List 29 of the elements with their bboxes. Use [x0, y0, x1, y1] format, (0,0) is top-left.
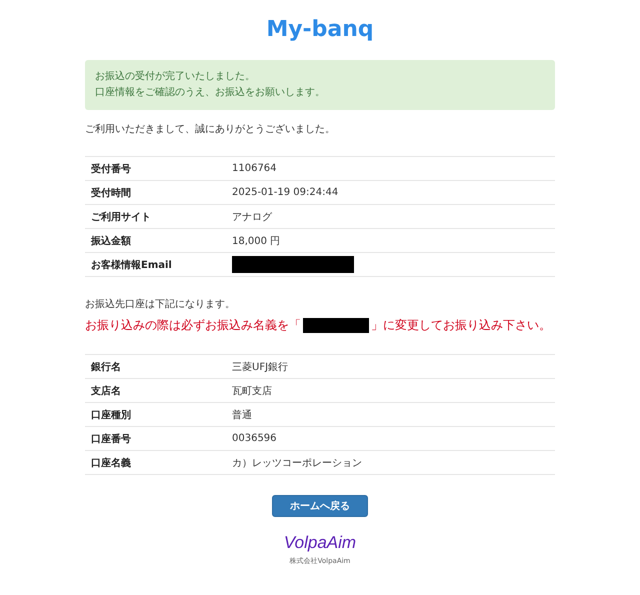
row-label: 受付番号 [90, 162, 132, 176]
row-label: ご利用サイト [90, 210, 152, 224]
row-value: カ）レッツコーポレーション [232, 456, 362, 470]
alert-text: お振込の受付が完了いたしました。 [95, 70, 256, 84]
row-value: アナログ [232, 210, 272, 224]
row-label: 口座種別 [90, 408, 132, 422]
row-label: 受付時間 [90, 186, 132, 200]
alert-text: 口座情報をご確認のうえ、お振込をお願いします。 [95, 86, 326, 100]
row-value: 0036596 [232, 433, 277, 444]
row-value: 瓦町支店 [232, 384, 272, 398]
row-value: 2025-01-19 09:24:44 [232, 187, 338, 198]
row-label: 振込金額 [90, 234, 132, 248]
warning-text: お振り込みの際は必ずお振込み名義を「 [85, 317, 301, 334]
thanks-text: ご利用いただきまして、誠にありがとうございました。 [85, 122, 336, 136]
site-logo: My-banq [265, 16, 375, 44]
warning-text: 」に変更してお振り込み下さい。 [371, 317, 551, 334]
row-label: お客様情報Email [90, 258, 173, 272]
row-value: 普通 [232, 408, 252, 422]
redaction-bar [303, 318, 369, 333]
row-label: 支店名 [90, 384, 122, 398]
row-label: 口座番号 [90, 432, 132, 446]
row-value: 1106764 [232, 163, 277, 174]
company-logo: VolpaAim [282, 533, 358, 553]
home-button[interactable]: ホームへ戻る [272, 495, 368, 517]
row-value: 三菱UFJ銀行 [232, 360, 288, 374]
account-note: お振込先口座は下記になります。 [85, 298, 236, 311]
row-label: 口座名義 [90, 456, 132, 470]
row-label: 銀行名 [90, 360, 122, 374]
row-value: 18,000 円 [232, 234, 280, 248]
